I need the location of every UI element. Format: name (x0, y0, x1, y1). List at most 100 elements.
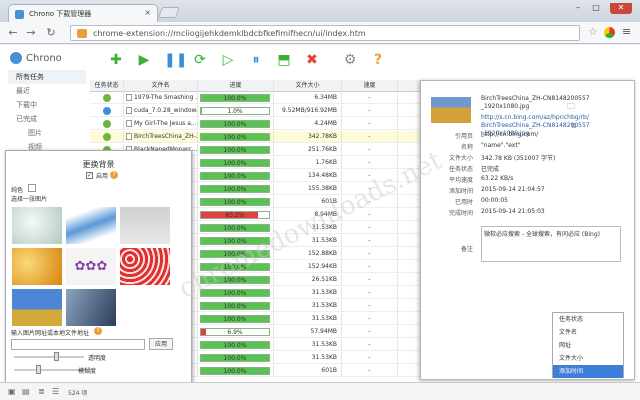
note-textarea[interactable]: 微软必应搜索 - 全球搜索，有问必应 (Bing) (481, 226, 621, 262)
copy-icon[interactable]: ⧉ (571, 122, 576, 131)
detail-value: 2015-09-14 21:04:57 (481, 186, 545, 193)
opacity-slider-track[interactable] (14, 356, 84, 358)
restart-icon[interactable]: ⟳ (192, 52, 208, 68)
col-status[interactable]: 任务状态 (90, 80, 124, 92)
bookmark-star-icon[interactable]: ☆ (588, 25, 598, 38)
sort-option[interactable]: 添加时间 (553, 365, 623, 378)
help-icon[interactable]: ? (110, 171, 118, 179)
speed-cell: - (342, 313, 398, 325)
detail-view-icon[interactable]: ☰ (52, 387, 59, 396)
bg-thumb-4[interactable] (12, 248, 62, 285)
pause-status-icon (102, 107, 111, 115)
close-window-button[interactable]: ✕ (610, 3, 632, 14)
browser-menu-icon[interactable]: ≡ (622, 26, 634, 37)
size-cell: 9.52MB/916.92MB (274, 105, 342, 117)
bg-thumb-6[interactable] (120, 248, 170, 285)
sort-dropdown[interactable]: 任务状态 文件名 网址 文件大小 添加时间 (552, 312, 624, 378)
size-cell: 342.78KB (274, 131, 342, 143)
note-label: 备注 (460, 246, 473, 253)
bg-thumb-8[interactable] (66, 289, 116, 326)
col-progress[interactable]: 进度 (198, 80, 274, 92)
progress-bar: 100.0% (200, 367, 270, 375)
reload-icon[interactable]: ↻ (44, 26, 58, 40)
sort-option[interactable]: 网址 (553, 339, 623, 352)
progress-cell: 100.0% (198, 235, 274, 247)
list-view-icon[interactable]: ≣ (38, 387, 45, 396)
blur-label: 模糊度 (78, 368, 97, 375)
col-filename[interactable]: 文件名 (124, 80, 198, 92)
size-cell: 4.24MB (274, 118, 342, 130)
status-bar: ▣ ▤ ≣ ☰ 524 项 (0, 382, 640, 400)
start-icon[interactable]: ▶ (136, 52, 152, 68)
speed-cell: - (342, 183, 398, 195)
pause-all-icon[interactable]: ⏸ (248, 52, 264, 68)
progress-cell: 83.2% (198, 209, 274, 221)
size-cell: 134.48KB (274, 170, 342, 182)
sort-option[interactable]: 文件大小 (553, 352, 623, 365)
solid-color-label: 纯色 (11, 187, 24, 194)
progress-cell: 100.0% (198, 287, 274, 299)
image-url-input[interactable] (11, 339, 145, 350)
sort-option[interactable]: 任务状态 (553, 313, 623, 326)
col-speed[interactable]: 速度 (342, 80, 398, 92)
open-folder-icon[interactable]: 🗀 (567, 101, 575, 115)
sidebar-item-completed[interactable]: 已完成 (8, 112, 86, 126)
tab-close-icon[interactable]: × (144, 8, 151, 17)
app-logo: Chrono (10, 52, 62, 64)
back-icon[interactable]: ← (6, 26, 20, 40)
sidebar-item-recent[interactable]: 最近 (8, 84, 86, 98)
detail-label: 名称 (460, 144, 473, 151)
progress-bar: 83.2% (200, 211, 270, 219)
help-icon[interactable]: ? (94, 327, 102, 335)
detail-label: 已用时 (454, 199, 473, 206)
image-icon[interactable]: ▣ (8, 387, 16, 396)
file-icon (126, 93, 132, 101)
sort-option[interactable]: 文件名 (553, 326, 623, 339)
pause-icon[interactable]: ❚❚ (164, 52, 187, 68)
sidebar: 所有任务 最近 下载中 已完成 图片 视频 (8, 70, 86, 154)
chrono-logo-icon (10, 52, 22, 64)
size-cell: 8.94MB (274, 209, 342, 221)
extension-icon[interactable] (604, 27, 615, 38)
status-cell (90, 118, 124, 130)
delete-icon[interactable]: ✖ (304, 52, 320, 68)
blur-slider-track[interactable] (14, 369, 84, 371)
bg-thumb-2[interactable] (66, 207, 116, 244)
start-all-icon[interactable]: ▷ (220, 52, 236, 68)
bg-thumb-5[interactable]: ✿✿✿ (66, 248, 116, 285)
sidebar-item-images[interactable]: 图片 (8, 126, 86, 140)
apply-button[interactable]: 应用 (149, 338, 173, 350)
opacity-slider-handle[interactable] (54, 352, 59, 361)
enable-checkbox[interactable]: ✓ (86, 172, 93, 179)
filename-cell: 1979-The Smashing ... (124, 92, 198, 104)
progress-bar: 100.0% (200, 354, 270, 362)
detail-label: 文件大小 (448, 155, 473, 162)
progress-cell: 100.0% (198, 183, 274, 195)
blur-slider-handle[interactable] (36, 365, 41, 374)
bg-thumb-3[interactable] (120, 207, 170, 244)
sidebar-item-downloading[interactable]: 下载中 (8, 98, 86, 112)
color-picker[interactable] (28, 184, 36, 192)
add-task-icon[interactable]: ✚ (108, 52, 124, 68)
folder-icon[interactable]: ▤ (22, 387, 30, 396)
speed-cell: - (342, 118, 398, 130)
settings-icon[interactable]: ⚙ (342, 52, 358, 68)
progress-cell: 100.0% (198, 92, 274, 104)
address-bar-row: ← → ↻ chrome-extension://mciiogijehkdemk… (0, 22, 640, 44)
progress-cell: 100.0% (198, 222, 274, 234)
speed-cell: - (342, 222, 398, 234)
bg-thumb-1[interactable] (12, 207, 62, 244)
maximize-button[interactable]: □ (588, 3, 604, 14)
forward-icon[interactable]: → (24, 26, 38, 40)
new-tab-button[interactable] (157, 7, 181, 18)
progress-bar: 1.0% (200, 107, 270, 115)
clear-completed-icon[interactable]: ⬒ (276, 52, 292, 68)
browser-tab[interactable]: Chrono 下载管理器 × (8, 4, 158, 22)
bg-thumb-7[interactable] (12, 289, 62, 326)
sidebar-item-all[interactable]: 所有任务 (8, 70, 86, 84)
speed-cell: - (342, 131, 398, 143)
col-size[interactable]: 文件大小 (274, 80, 342, 92)
url-input[interactable]: chrome-extension://mciiogijehkdemklbdcbf… (70, 25, 580, 41)
help-icon[interactable]: ? (370, 52, 386, 68)
minimize-button[interactable]: – (570, 3, 586, 14)
